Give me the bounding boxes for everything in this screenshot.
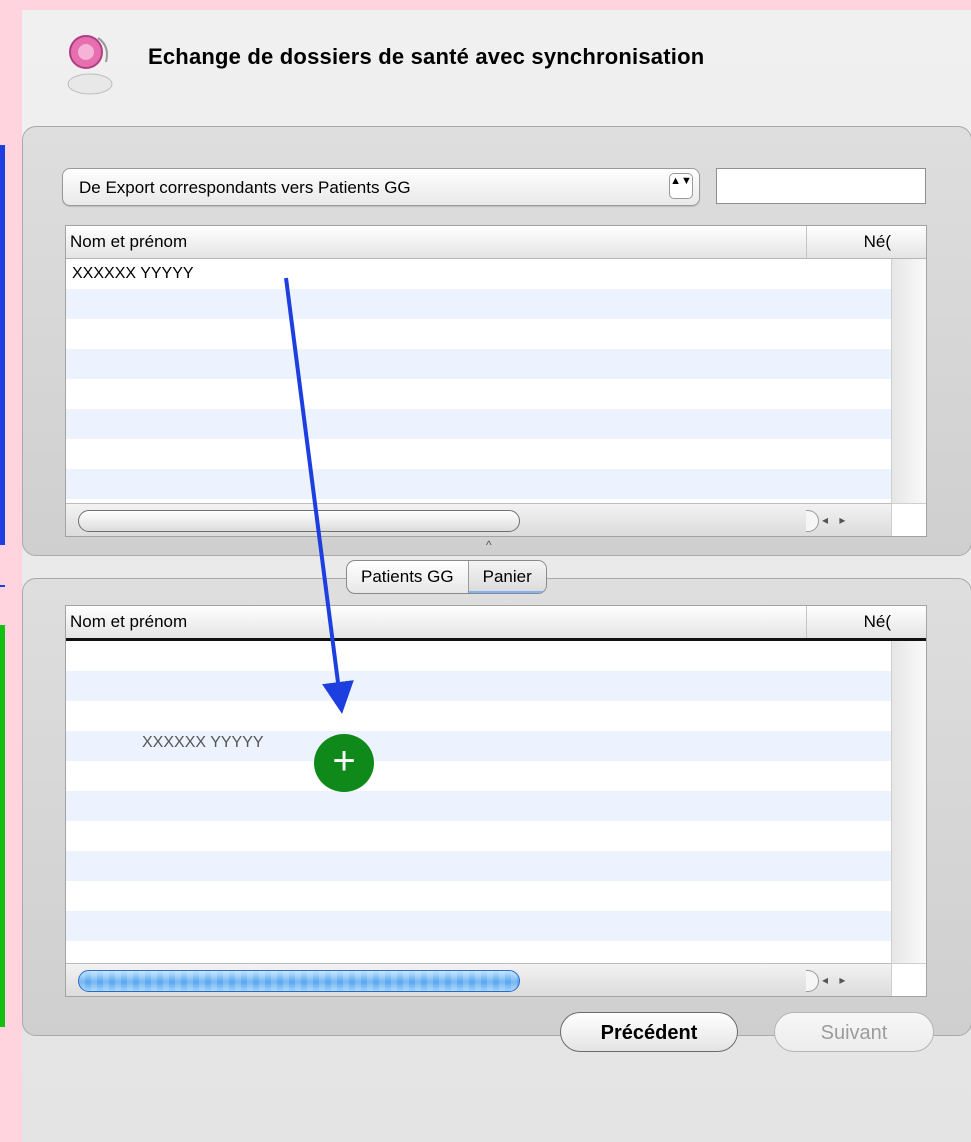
source-horizontal-scrollbar[interactable]: ◂ ▸ — [66, 503, 892, 536]
tab-patients-gg[interactable]: Patients GG — [347, 561, 468, 593]
table-row[interactable] — [66, 851, 892, 881]
scroll-arrows-icon[interactable]: ◂ ▸ — [822, 973, 849, 987]
table-row[interactable] — [66, 439, 892, 469]
scroll-corner — [891, 963, 926, 996]
transfer-direction-popup[interactable]: De Export correspondants vers Patients G… — [62, 168, 700, 206]
splitter-caret-icon[interactable]: ^ — [486, 538, 492, 552]
table-row[interactable] — [66, 641, 892, 671]
destination-table[interactable]: Nom et prénom Né( ◂ ▸ — [65, 605, 927, 997]
scroll-track-end — [806, 510, 819, 532]
table-row[interactable] — [66, 761, 892, 791]
tab-panier[interactable]: Panier — [467, 561, 546, 593]
table-row[interactable] — [66, 791, 892, 821]
source-table-header: Nom et prénom Né( — [66, 226, 926, 259]
table-row[interactable] — [66, 701, 892, 731]
table-row[interactable] — [66, 821, 892, 851]
annotation-blue-tick — [0, 585, 5, 587]
column-header-born[interactable]: Né( — [806, 226, 897, 258]
table-row[interactable] — [66, 469, 892, 499]
column-header-name[interactable]: Nom et prénom — [70, 612, 187, 632]
source-table[interactable]: Nom et prénom Né( XXXXXX YYYYY ◂ ▸ — [65, 225, 927, 537]
annotation-blue-bar — [0, 145, 5, 545]
destination-vertical-scrollbar[interactable] — [891, 641, 926, 963]
table-row[interactable] — [66, 671, 892, 701]
next-button[interactable]: Suivant — [774, 1012, 934, 1052]
column-header-name[interactable]: Nom et prénom — [70, 232, 187, 252]
table-row[interactable] — [66, 911, 892, 941]
table-row[interactable]: XXXXXX YYYYY — [66, 259, 892, 289]
view-segmented-control[interactable]: Patients GG Panier — [346, 560, 547, 594]
annotation-green-bar — [0, 625, 5, 1027]
drag-add-plus-icon: + — [314, 734, 374, 792]
destination-table-header: Nom et prénom Né( — [66, 606, 926, 641]
dragged-record-label: XXXXXX YYYYY — [142, 734, 264, 751]
row-name: XXXXXX YYYYY — [72, 265, 194, 282]
scroll-track-end — [806, 970, 819, 992]
scroll-corner — [891, 503, 926, 536]
source-rows: XXXXXX YYYYY — [66, 259, 892, 499]
table-row[interactable] — [66, 319, 892, 349]
source-vertical-scrollbar[interactable] — [891, 259, 926, 503]
destination-horizontal-scrollbar[interactable]: ◂ ▸ — [66, 963, 892, 996]
window-title: Echange de dossiers de santé avec synchr… — [148, 44, 705, 69]
table-row[interactable] — [66, 349, 892, 379]
table-row[interactable] — [66, 881, 892, 911]
destination-scroll-thumb[interactable] — [78, 970, 520, 992]
search-input[interactable] — [716, 168, 926, 204]
table-row[interactable] — [66, 409, 892, 439]
health-exchange-app-icon — [67, 35, 113, 95]
scroll-arrows-icon[interactable]: ◂ ▸ — [822, 513, 849, 527]
source-scroll-thumb[interactable] — [78, 510, 520, 532]
table-row[interactable] — [66, 289, 892, 319]
previous-button[interactable]: Précédent — [560, 1012, 738, 1052]
table-row[interactable] — [66, 379, 892, 409]
column-header-born[interactable]: Né( — [806, 606, 897, 638]
popup-value: De Export correspondants vers Patients G… — [79, 178, 411, 197]
popup-arrows-icon: ▲▼ — [669, 173, 693, 199]
destination-rows — [66, 641, 892, 971]
